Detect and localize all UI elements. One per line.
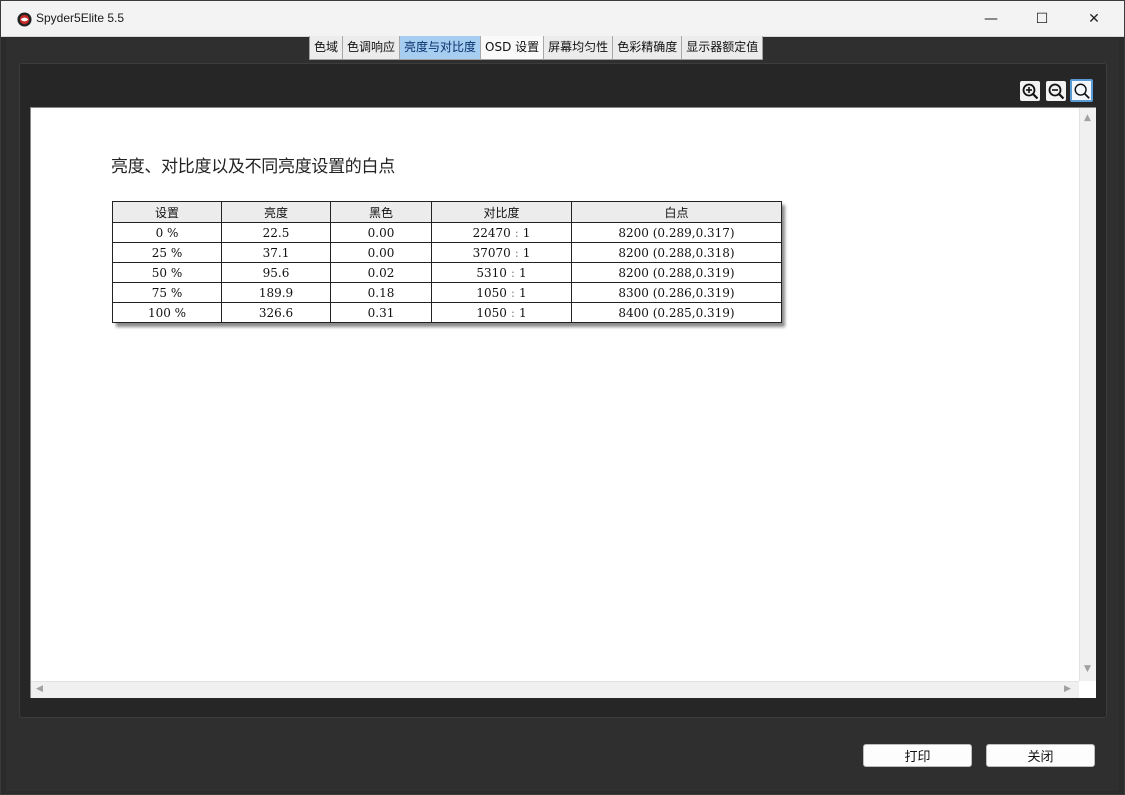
zoom-in-button[interactable] bbox=[1018, 79, 1041, 102]
tab-color-accuracy[interactable]: 色彩精确度 bbox=[613, 36, 683, 59]
contrast-ratio: 1 bbox=[518, 265, 527, 280]
close-button[interactable]: 关闭 bbox=[986, 744, 1095, 767]
tab-gamut[interactable]: 色域 bbox=[310, 36, 344, 59]
title-bar[interactable]: Spyder5Elite 5.5 — ☐ ✕ bbox=[1, 1, 1124, 37]
zoom-fit-button[interactable] bbox=[1070, 79, 1093, 102]
report-view: 亮度、对比度以及不同亮度设置的白点 设置 亮度 黑色 对比度 白点 0 % 22… bbox=[30, 107, 1096, 698]
table-row: 0 % 22.5 0.00 22470:1 8200 (0.289,0.317) bbox=[112, 222, 782, 243]
cell-contrast: 37070:1 bbox=[431, 242, 572, 263]
tab-tone-response[interactable]: 色调响应 bbox=[343, 36, 401, 59]
zoom-out-button[interactable] bbox=[1044, 79, 1067, 102]
table-row: 25 % 37.1 0.00 37070:1 8200 (0.288,0.318… bbox=[112, 242, 782, 263]
cell-setting: 50 % bbox=[112, 262, 222, 283]
table-header-row: 设置 亮度 黑色 对比度 白点 bbox=[112, 201, 782, 223]
scroll-down-arrow-icon[interactable]: ▼ bbox=[1084, 664, 1091, 674]
contrast-separator: : bbox=[514, 225, 519, 240]
app-window: Spyder5Elite 5.5 — ☐ ✕ 色域 色调响应 亮度与对比度 OS… bbox=[0, 0, 1125, 795]
table-row: 75 % 189.9 0.18 1050:1 8300 (0.286,0.319… bbox=[112, 282, 782, 303]
contrast-separator: : bbox=[510, 285, 515, 300]
cell-whitepoint: 8200 (0.289,0.317) bbox=[571, 222, 782, 243]
tab-display-rating[interactable]: 显示器额定值 bbox=[682, 36, 763, 59]
contrast-value: 1050 bbox=[476, 305, 507, 320]
cell-luminance: 326.6 bbox=[221, 302, 331, 323]
col-header-whitepoint: 白点 bbox=[571, 201, 782, 223]
vertical-scrollbar[interactable]: ▲ ▼ bbox=[1079, 108, 1096, 681]
report-tabs: 色域 色调响应 亮度与对比度 OSD 设置 屏幕均匀性 色彩精确度 显示器额定值 bbox=[309, 36, 764, 60]
cell-black: 0.18 bbox=[330, 282, 432, 303]
cell-luminance: 22.5 bbox=[221, 222, 331, 243]
cell-whitepoint: 8200 (0.288,0.319) bbox=[571, 262, 782, 283]
cell-whitepoint: 8400 (0.285,0.319) bbox=[571, 302, 782, 323]
zoom-out-icon bbox=[1045, 80, 1066, 101]
col-header-black: 黑色 bbox=[330, 201, 432, 223]
close-window-button[interactable]: ✕ bbox=[1069, 1, 1119, 37]
col-header-contrast: 对比度 bbox=[431, 201, 572, 223]
contrast-ratio: 1 bbox=[522, 225, 531, 240]
table-row: 50 % 95.6 0.02 5310:1 8200 (0.288,0.319) bbox=[112, 262, 782, 283]
cell-contrast: 5310:1 bbox=[431, 262, 572, 283]
cell-black: 0.31 bbox=[330, 302, 432, 323]
cell-black: 0.00 bbox=[330, 222, 432, 243]
results-table: 设置 亮度 黑色 对比度 白点 0 % 22.5 0.00 22470:1 82… bbox=[112, 201, 782, 323]
cell-black: 0.02 bbox=[330, 262, 432, 283]
scroll-corner bbox=[1079, 681, 1096, 698]
contrast-value: 1050 bbox=[476, 285, 507, 300]
cell-contrast: 1050:1 bbox=[431, 302, 572, 323]
contrast-separator: : bbox=[510, 305, 515, 320]
results-table-wrapper: 设置 亮度 黑色 对比度 白点 0 % 22.5 0.00 22470:1 82… bbox=[112, 201, 782, 323]
cell-contrast: 22470:1 bbox=[431, 222, 572, 243]
cell-luminance: 37.1 bbox=[221, 242, 331, 263]
contrast-ratio: 1 bbox=[518, 305, 527, 320]
tab-brightness-contrast[interactable]: 亮度与对比度 bbox=[400, 36, 482, 59]
contrast-value: 37070 bbox=[472, 245, 511, 260]
maximize-button[interactable]: ☐ bbox=[1017, 1, 1067, 37]
contrast-separator: : bbox=[514, 245, 519, 260]
zoom-fit-icon bbox=[1074, 83, 1090, 99]
contrast-value: 22470 bbox=[472, 225, 511, 240]
contrast-value: 5310 bbox=[476, 265, 507, 280]
table-row: 100 % 326.6 0.31 1050:1 8400 (0.285,0.31… bbox=[112, 302, 782, 323]
contrast-ratio: 1 bbox=[518, 285, 527, 300]
cell-setting: 25 % bbox=[112, 242, 222, 263]
zoom-in-icon bbox=[1019, 80, 1040, 101]
contrast-ratio: 1 bbox=[522, 245, 531, 260]
contrast-separator: : bbox=[510, 265, 515, 280]
cell-setting: 75 % bbox=[112, 282, 222, 303]
scroll-up-arrow-icon[interactable]: ▲ bbox=[1084, 113, 1091, 123]
window-title: Spyder5Elite 5.5 bbox=[36, 11, 125, 25]
cell-luminance: 95.6 bbox=[221, 262, 331, 283]
col-header-luminance: 亮度 bbox=[221, 201, 331, 223]
tab-osd-settings[interactable]: OSD 设置 bbox=[481, 36, 545, 59]
scroll-right-arrow-icon[interactable]: ▶ bbox=[1064, 684, 1071, 694]
print-button[interactable]: 打印 bbox=[863, 744, 972, 767]
scroll-left-arrow-icon[interactable]: ◀ bbox=[36, 684, 43, 694]
cell-whitepoint: 8200 (0.288,0.318) bbox=[571, 242, 782, 263]
spyder-logo-icon bbox=[17, 12, 32, 27]
minimize-button[interactable]: — bbox=[966, 1, 1016, 37]
cell-contrast: 1050:1 bbox=[431, 282, 572, 303]
report-title: 亮度、对比度以及不同亮度设置的白点 bbox=[111, 157, 395, 177]
tab-screen-uniformity[interactable]: 屏幕均匀性 bbox=[544, 36, 614, 59]
cell-whitepoint: 8300 (0.286,0.319) bbox=[571, 282, 782, 303]
cell-black: 0.00 bbox=[330, 242, 432, 263]
cell-luminance: 189.9 bbox=[221, 282, 331, 303]
cell-setting: 100 % bbox=[112, 302, 222, 323]
cell-setting: 0 % bbox=[112, 222, 222, 243]
horizontal-scrollbar[interactable]: ◀ ▶ bbox=[31, 681, 1079, 698]
col-header-setting: 设置 bbox=[112, 201, 222, 223]
